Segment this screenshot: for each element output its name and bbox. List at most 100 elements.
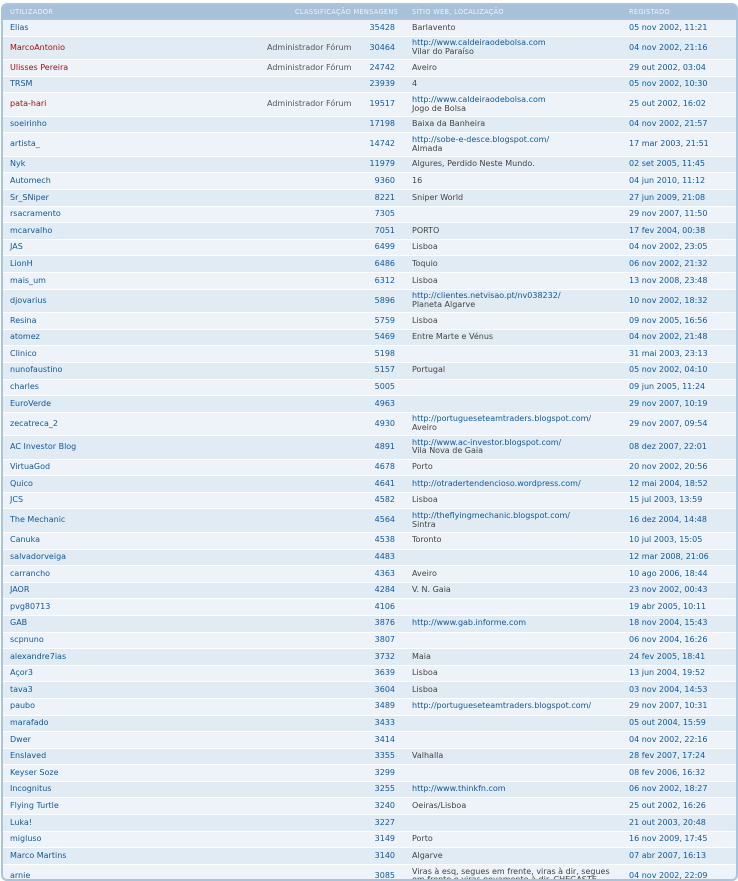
member-username-link[interactable]: Sr_SNiper	[10, 194, 49, 203]
member-username-link[interactable]: Dwer	[10, 736, 31, 745]
column-header-web-location[interactable]: SÍTIO WEB, LOCALIZAÇÃO	[412, 8, 504, 16]
member-post-count-link[interactable]: 4891	[335, 443, 395, 452]
member-username-link[interactable]: Nyk	[10, 160, 25, 169]
member-username-link[interactable]: Açor3	[10, 669, 33, 678]
member-website-link[interactable]: http://www.gab.informe.com	[412, 619, 526, 628]
member-username-link[interactable]: Keyser Soze	[10, 769, 59, 778]
member-post-count-link[interactable]: 3299	[335, 769, 395, 778]
member-username-link[interactable]: LionH	[10, 260, 33, 269]
member-post-count-link[interactable]: 3414	[335, 736, 395, 745]
member-username-link[interactable]: Quico	[10, 480, 33, 489]
member-post-count-link[interactable]: 4678	[335, 463, 395, 472]
member-username-link[interactable]: alexandre7ias	[10, 653, 66, 662]
member-username-link[interactable]: VirtuaGod	[10, 463, 50, 472]
member-username-link[interactable]: soeirinho	[10, 120, 47, 129]
member-post-count-link[interactable]: 3807	[335, 636, 395, 645]
member-username-link[interactable]: JAOR	[10, 586, 29, 595]
member-post-count-link[interactable]: 6486	[335, 260, 395, 269]
member-username-link[interactable]: paubo	[10, 702, 35, 711]
member-username-link[interactable]: Resina	[10, 317, 36, 326]
member-post-count-link[interactable]: 4930	[335, 420, 395, 429]
member-username-link[interactable]: nunofaustino	[10, 366, 62, 375]
member-post-count-link[interactable]: 5198	[335, 350, 395, 359]
member-username-link[interactable]: atomez	[10, 333, 40, 342]
member-post-count-link[interactable]: 30464	[335, 44, 395, 53]
member-username-link[interactable]: The Mechanic	[10, 516, 65, 525]
member-username-link[interactable]: salvadorveiga	[10, 553, 66, 562]
member-username-link[interactable]: pata-hari	[10, 100, 46, 109]
member-post-count-link[interactable]: 24742	[335, 64, 395, 73]
member-post-count-link[interactable]: 4483	[335, 553, 395, 562]
member-username-link[interactable]: TRSM	[10, 80, 32, 89]
member-post-count-link[interactable]: 9360	[335, 177, 395, 186]
member-username-link[interactable]: rsacramento	[10, 210, 61, 219]
member-post-count-link[interactable]: 3732	[335, 653, 395, 662]
member-post-count-link[interactable]: 6499	[335, 243, 395, 252]
member-username-link[interactable]: mais_um	[10, 277, 46, 286]
member-username-link[interactable]: pvg80713	[10, 603, 50, 612]
member-post-count-link[interactable]: 4582	[335, 496, 395, 505]
member-post-count-link[interactable]: 4106	[335, 603, 395, 612]
member-username-link[interactable]: EuroVerde	[10, 400, 51, 409]
member-username-link[interactable]: mcarvalho	[10, 227, 52, 236]
member-username-link[interactable]: marafado	[10, 719, 49, 728]
member-post-count-link[interactable]: 3149	[335, 835, 395, 844]
member-post-count-link[interactable]: 3085	[335, 872, 395, 881]
member-post-count-link[interactable]: 19517	[335, 100, 395, 109]
member-username-link[interactable]: Flying Turtle	[10, 802, 59, 811]
member-post-count-link[interactable]: 6312	[335, 277, 395, 286]
member-username-link[interactable]: AC Investor Blog	[10, 443, 76, 452]
member-username-link[interactable]: tava3	[10, 686, 33, 695]
member-post-count-link[interactable]: 4963	[335, 400, 395, 409]
member-username-link[interactable]: arnie	[10, 872, 30, 881]
member-username-link[interactable]: JCS	[10, 496, 23, 505]
member-username-link[interactable]: Clinico	[10, 350, 37, 359]
member-post-count-link[interactable]: 4538	[335, 536, 395, 545]
column-header-user[interactable]: UTILIZADOR	[10, 8, 53, 16]
member-post-count-link[interactable]: 3355	[335, 752, 395, 761]
member-post-count-link[interactable]: 11979	[335, 160, 395, 169]
member-post-count-link[interactable]: 3604	[335, 686, 395, 695]
member-post-count-link[interactable]: 3140	[335, 852, 395, 861]
member-username-link[interactable]: JAS	[10, 243, 23, 252]
member-username-link[interactable]: MarcoAntonio	[10, 44, 65, 53]
member-post-count-link[interactable]: 3489	[335, 702, 395, 711]
member-post-count-link[interactable]: 4641	[335, 480, 395, 489]
member-website-link[interactable]: http://portugueseteamtraders.blogspot.co…	[412, 415, 591, 424]
member-post-count-link[interactable]: 14742	[335, 140, 395, 149]
member-website-link[interactable]: http://portugueseteamtraders.blogspot.co…	[412, 702, 591, 711]
member-post-count-link[interactable]: 3240	[335, 802, 395, 811]
member-username-link[interactable]: carrancho	[10, 570, 50, 579]
member-post-count-link[interactable]: 17198	[335, 120, 395, 129]
member-username-link[interactable]: Ulisses Pereira	[10, 64, 68, 73]
member-post-count-link[interactable]: 7305	[335, 210, 395, 219]
member-username-link[interactable]: Canuka	[10, 536, 40, 545]
member-username-link[interactable]: scpnuno	[10, 636, 44, 645]
member-post-count-link[interactable]: 5759	[335, 317, 395, 326]
member-post-count-link[interactable]: 5469	[335, 333, 395, 342]
member-post-count-link[interactable]: 4363	[335, 570, 395, 579]
member-post-count-link[interactable]: 5157	[335, 366, 395, 375]
member-post-count-link[interactable]: 3255	[335, 785, 395, 794]
member-post-count-link[interactable]: 35428	[335, 24, 395, 33]
member-username-link[interactable]: Marco Martins	[10, 852, 66, 861]
member-post-count-link[interactable]: 3227	[335, 819, 395, 828]
member-website-link[interactable]: http://otradertendencioso.wordpress.com/	[412, 480, 581, 489]
member-post-count-link[interactable]: 8221	[335, 194, 395, 203]
column-header-rank-posts[interactable]: CLASSIFICAÇÃO MENSAGENS	[295, 8, 398, 16]
member-username-link[interactable]: Enslaved	[10, 752, 46, 761]
member-username-link[interactable]: zecatreca_2	[10, 420, 58, 429]
member-username-link[interactable]: Incognitus	[10, 785, 51, 794]
column-header-joined[interactable]: REGISTADO	[629, 8, 670, 16]
member-post-count-link[interactable]: 5005	[335, 383, 395, 392]
member-username-link[interactable]: GAB	[10, 619, 27, 628]
member-post-count-link[interactable]: 4284	[335, 586, 395, 595]
member-username-link[interactable]: Luka!	[10, 819, 32, 828]
member-username-link[interactable]: Automech	[10, 177, 51, 186]
member-post-count-link[interactable]: 4564	[335, 516, 395, 525]
member-post-count-link[interactable]: 7051	[335, 227, 395, 236]
member-post-count-link[interactable]: 5896	[335, 297, 395, 306]
member-post-count-link[interactable]: 23939	[335, 80, 395, 89]
member-username-link[interactable]: Elias	[10, 24, 29, 33]
member-post-count-link[interactable]: 3433	[335, 719, 395, 728]
